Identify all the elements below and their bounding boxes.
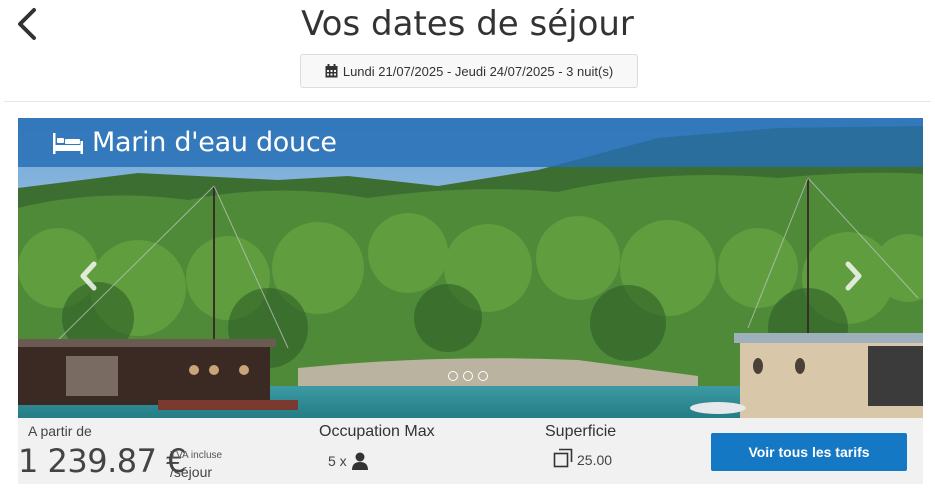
occupancy-value: 5 x — [328, 453, 347, 469]
divider — [4, 101, 931, 102]
tva-note: TVA incluse — [170, 450, 223, 461]
view-all-rates-button[interactable]: Voir tous les tarifs — [711, 433, 907, 471]
calendar-icon — [325, 64, 338, 78]
accommodation-name: Marin d'eau douce — [92, 127, 337, 158]
info-bar: A partir de 1 239.87 € TVA incluse /séjo… — [18, 418, 923, 484]
price-unit: /séjour — [170, 464, 213, 480]
carousel-indicators — [448, 371, 488, 381]
bed-icon — [53, 132, 83, 154]
date-range-selector[interactable]: Lundi 21/07/2025 - Jeudi 24/07/2025 - 3 … — [300, 54, 638, 88]
user-icon — [351, 452, 368, 470]
carousel-dot[interactable] — [448, 371, 458, 381]
chevron-left-icon — [80, 261, 97, 291]
carousel-next-button[interactable] — [840, 258, 866, 294]
carousel-dot[interactable] — [478, 371, 488, 381]
chevron-right-icon — [845, 261, 862, 291]
accommodation-photo: Marin d'eau douce — [18, 118, 923, 418]
area-icon — [553, 448, 573, 468]
date-range-text: Lundi 21/07/2025 - Jeudi 24/07/2025 - 3 … — [342, 63, 614, 79]
occupancy-label: Occupation Max — [319, 423, 435, 440]
price-prefix: A partir de — [28, 423, 92, 439]
carousel-prev-button[interactable] — [76, 258, 102, 294]
occupancy-value-row: 5 x — [328, 452, 368, 470]
page-title: Vos dates de séjour — [301, 4, 634, 44]
price: 1 239.87 € — [18, 442, 187, 480]
accommodation-card: Marin d'eau douce A partir de 1 239.87 €… — [18, 118, 923, 484]
surface-value-row: 25.00 — [553, 448, 612, 468]
surface-label: Superficie — [545, 423, 617, 440]
surface-value: 25.00 — [577, 452, 613, 468]
carousel-dot[interactable] — [463, 371, 473, 381]
accommodation-name-bar: Marin d'eau douce — [18, 118, 923, 167]
